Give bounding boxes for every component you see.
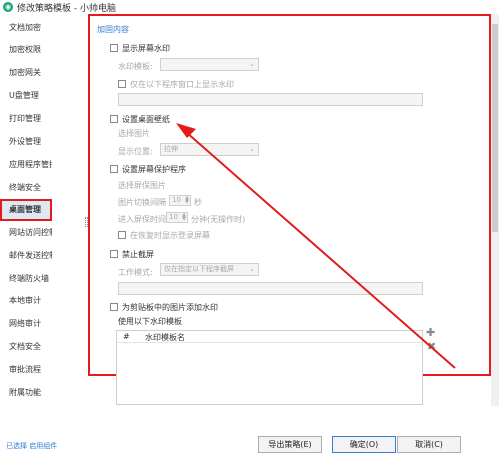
watermark-template-label: 水印模板: [118, 62, 153, 71]
title-bar: ◉ 修改策略模板 - 小帅电脑 [0, 0, 500, 14]
screen-watermark-label: 显示屏幕水印 [122, 44, 170, 53]
sidebar-item-mail-send-control[interactable]: 邮件发送控制 [0, 245, 52, 267]
display-position-select[interactable]: 拉伸 ⌄ [160, 143, 259, 156]
display-position-value: 拉伸 [164, 145, 178, 153]
sidebar-item-encryption-gateway[interactable]: 加密网关 [0, 62, 52, 84]
column-header-template-name[interactable]: 水印模板名 [145, 332, 185, 343]
screensaver-label: 设置屏幕保护程序 [122, 165, 186, 174]
work-mode-label: 工作模式: [118, 268, 153, 277]
resume-login-checkbox[interactable] [118, 231, 126, 239]
sidebar-item-auxiliary-functions[interactable]: 附属功能 [0, 382, 52, 404]
watermark-template-select[interactable]: ⌄ [160, 58, 259, 71]
screensaver-wait-unit: 分钟(无操作时) [191, 215, 246, 224]
work-mode-select[interactable]: 仅在指定以下程序截屏 ⌄ [160, 263, 259, 276]
splitter-area [52, 14, 86, 406]
desktop-wallpaper-checkbox[interactable] [110, 115, 118, 123]
work-mode-value: 仅在指定以下程序截屏 [164, 265, 234, 273]
screensaver-checkbox[interactable] [110, 165, 118, 173]
only-window-watermark-checkbox[interactable] [118, 80, 126, 88]
block-screenshot-label: 禁止截屏 [122, 250, 154, 259]
image-interval-input[interactable]: 10 ▲ ▼ [169, 195, 191, 206]
display-position-label: 显示位置: [118, 147, 153, 156]
sidebar-item-local-audit[interactable]: 本地审计 [0, 290, 52, 312]
spinner-icon[interactable]: ▲ ▼ [182, 213, 186, 222]
sidebar-item-file-encryption[interactable]: 文档加密 [0, 17, 52, 39]
ok-button[interactable]: 确定(O) [332, 436, 396, 453]
choose-wallpaper-link[interactable]: 选择图片 [118, 128, 150, 139]
screenshot-program-input[interactable] [118, 282, 423, 295]
watermark-window-input[interactable] [118, 93, 423, 106]
sidebar-item-print-management[interactable]: 打印管理 [0, 108, 52, 130]
use-template-label: 使用以下水印模板 [118, 317, 182, 326]
clipboard-watermark-label: 为剪贴板中的图片添加水印 [122, 303, 218, 312]
sidebar-item-document-security[interactable]: 文档安全 [0, 336, 52, 358]
screensaver-wait-value: 10 [169, 213, 178, 221]
sidebar-item-endpoint-firewall[interactable]: 终端防火墙 [0, 268, 52, 290]
resume-login-label: 在恢复时显示登录屏幕 [130, 231, 210, 240]
sidebar-item-desktop-management[interactable]: 桌面管理 [0, 199, 52, 221]
sidebar-item-usb-management[interactable]: U盘管理 [0, 85, 52, 107]
image-interval-unit: 秒 [194, 198, 202, 207]
screensaver-wait-input[interactable]: 10 ▲ ▼ [166, 212, 188, 223]
sidebar-item-peripheral-management[interactable]: 外设管理 [0, 131, 52, 153]
screen-watermark-checkbox[interactable] [110, 44, 118, 52]
screensaver-wait-label: 进入屏保时间 [118, 215, 166, 224]
sidebar-item-endpoint-security[interactable]: 终端安全 [0, 177, 52, 199]
chevron-down-icon: ⌄ [249, 265, 255, 273]
vertical-scrollbar[interactable] [491, 14, 499, 406]
sidebar-item-encryption-permission[interactable]: 加密权限 [0, 39, 52, 61]
chevron-down-icon: ⌄ [249, 60, 255, 68]
export-policy-button[interactable]: 导出策略(E) [258, 436, 322, 453]
column-header-index[interactable]: # [123, 332, 130, 341]
chevron-down-icon: ⌄ [249, 145, 255, 153]
cancel-button[interactable]: 取消(C) [397, 436, 461, 453]
clipboard-watermark-checkbox[interactable] [110, 303, 118, 311]
section-title: 加固内容 [97, 25, 129, 34]
choose-screensaver-link[interactable]: 选择屏保图片 [118, 180, 166, 191]
plus-icon[interactable]: ✚ [426, 326, 435, 339]
sidebar-item-network-audit[interactable]: 网络审计 [0, 313, 52, 335]
watermark-template-list[interactable]: # 水印模板名 [116, 330, 423, 405]
sidebar-item-approval-flow[interactable]: 审批流程 [0, 359, 52, 381]
block-screenshot-checkbox[interactable] [110, 250, 118, 258]
image-interval-value: 10 [172, 196, 181, 204]
status-text: 已选择 启用组件 [6, 442, 58, 450]
only-window-watermark-label: 仅在以下程序窗口上显示水印 [130, 80, 234, 89]
app-logo-icon: ◉ [3, 2, 13, 12]
desktop-wallpaper-label: 设置桌面壁纸 [122, 115, 170, 124]
window-title: 修改策略模板 - 小帅电脑 [17, 4, 116, 14]
list-header: # 水印模板名 [117, 331, 422, 343]
sidebar: 文档加密 加密权限 加密网关 U盘管理 打印管理 外设管理 应用程序管控 终端安… [0, 14, 52, 406]
close-icon[interactable]: ✖ [427, 340, 436, 353]
sidebar-item-website-access-control[interactable]: 网站访问控制 [0, 222, 52, 244]
scrollbar-thumb[interactable] [492, 24, 498, 232]
spinner-icon[interactable]: ▲ ▼ [185, 196, 189, 205]
image-interval-label: 图片切换间隔 [118, 198, 166, 207]
sidebar-item-app-control[interactable]: 应用程序管控 [0, 154, 52, 176]
